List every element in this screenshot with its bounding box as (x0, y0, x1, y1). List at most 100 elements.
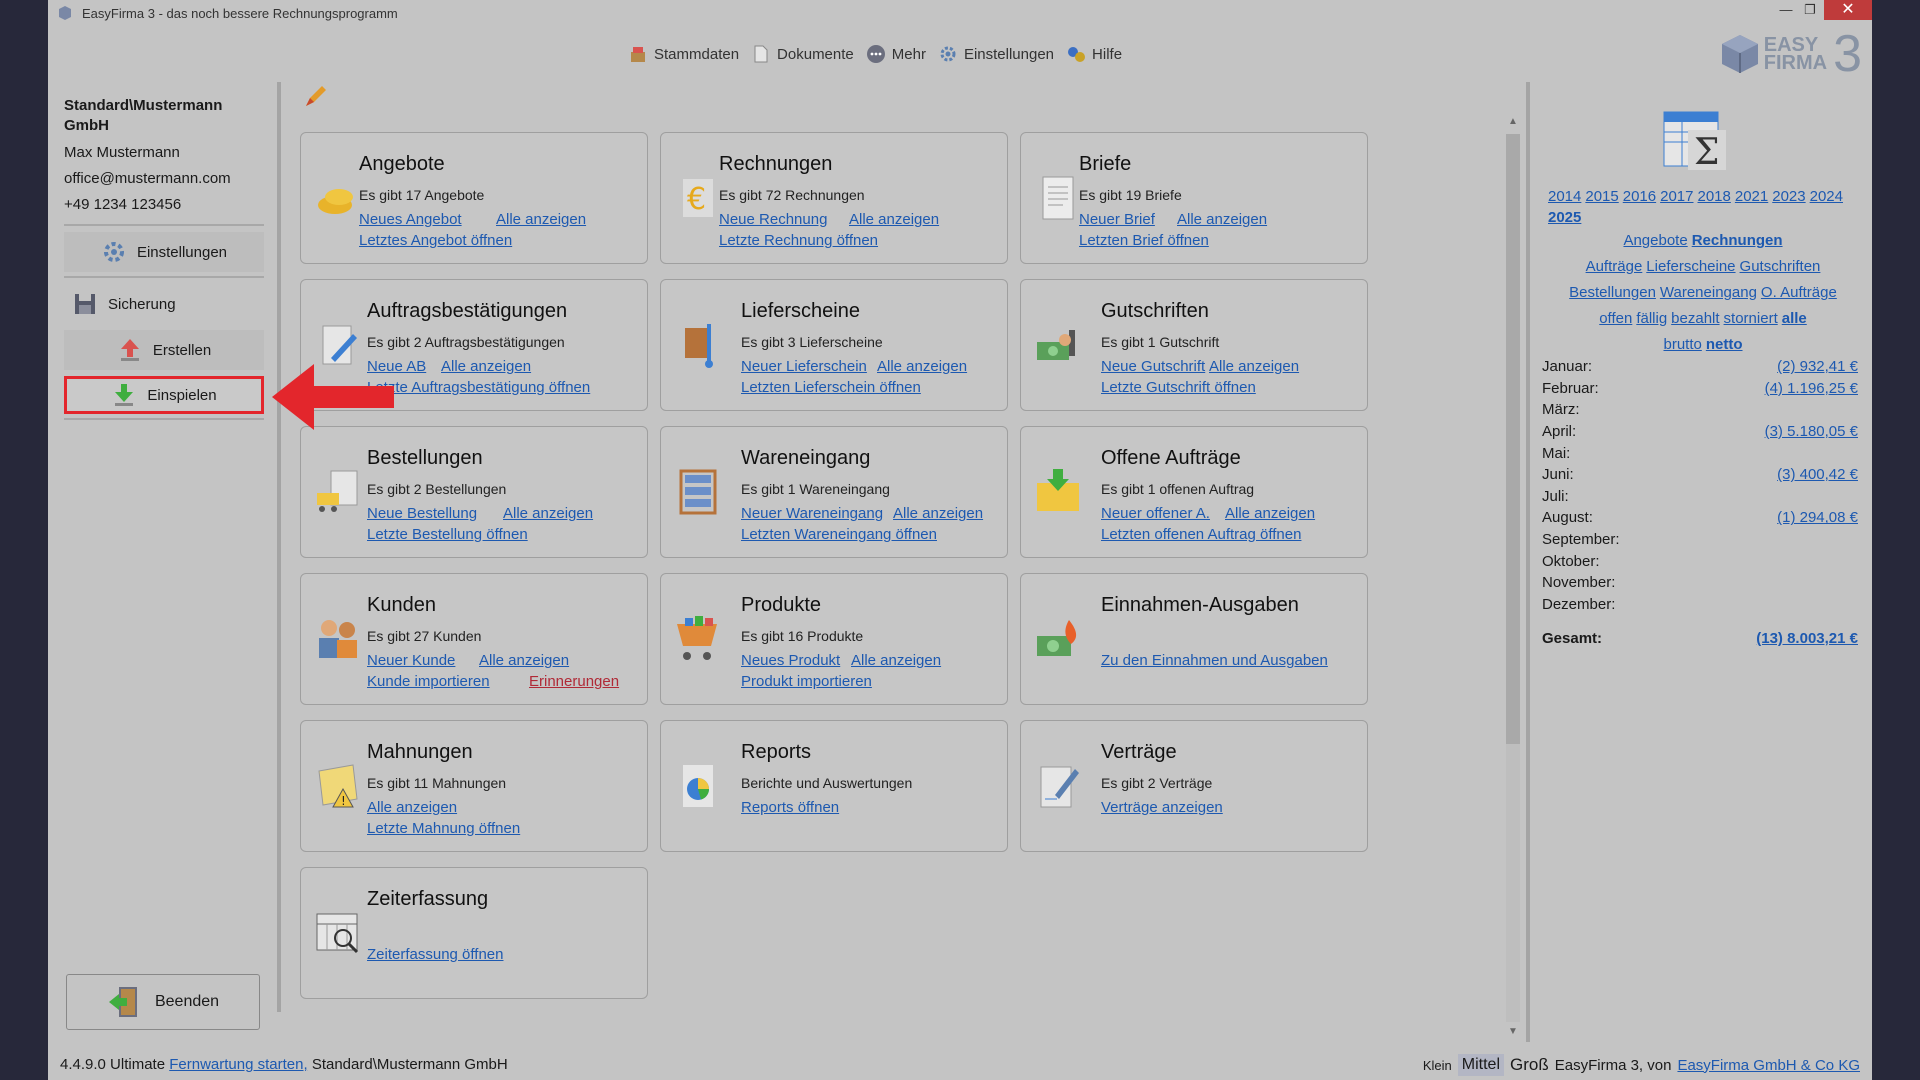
month-value[interactable]: (4) 1.196,25 € (1765, 380, 1858, 397)
card-vertraege[interactable]: Verträge Es gibt 2 Verträge Verträge anz… (1020, 720, 1368, 852)
letzter-brief-link[interactable]: Letzten Brief öffnen (1079, 232, 1209, 249)
year-link-2017[interactable]: 2017 (1660, 188, 1693, 205)
stats-angebote-link[interactable]: Angebote (1623, 232, 1687, 249)
mahnungen-alle-anzeigen-link[interactable]: Alle anzeigen (367, 799, 457, 816)
letzter-offener-auftrag-link[interactable]: Letzten offenen Auftrag öffnen (1101, 526, 1301, 543)
card-gutschriften[interactable]: Gutschriften Es gibt 1 Gutschrift Neue G… (1020, 279, 1368, 411)
card-mahnungen[interactable]: ! Mahnungen Es gibt 11 Mahnungen Alle an… (300, 720, 648, 852)
brutto-link[interactable]: brutto (1663, 336, 1701, 353)
gutschriften-alle-anzeigen-link[interactable]: Alle anzeigen (1209, 358, 1299, 375)
neue-rechnung-link[interactable]: Neue Rechnung (719, 211, 827, 228)
sicherung-button[interactable]: Sicherung (64, 284, 264, 324)
neues-angebot-link[interactable]: Neues Angebot (359, 211, 462, 228)
scrollbar-thumb[interactable] (1506, 134, 1520, 744)
card-wareneingang[interactable]: Wareneingang Es gibt 1 Wareneingang Neue… (660, 426, 1008, 558)
card-bestellungen[interactable]: Bestellungen Es gibt 2 Bestellungen Neue… (300, 426, 648, 558)
month-value[interactable]: (2) 932,41 € (1777, 358, 1858, 375)
size-small-button[interactable]: Klein (1423, 1058, 1452, 1073)
einspielen-button[interactable]: Einspielen (64, 376, 264, 414)
letztes-angebot-link[interactable]: Letztes Angebot öffnen (359, 232, 512, 249)
ab-alle-anzeigen-link[interactable]: Alle anzeigen (441, 358, 531, 375)
year-link-2018[interactable]: 2018 (1698, 188, 1731, 205)
card-briefe[interactable]: Briefe Es gibt 19 Briefe Neuer Brief All… (1020, 132, 1368, 264)
offene-alle-anzeigen-link[interactable]: Alle anzeigen (1225, 505, 1315, 522)
neue-bestellung-link[interactable]: Neue Bestellung (367, 505, 477, 522)
month-value[interactable]: (3) 5.180,05 € (1765, 423, 1858, 440)
year-link-2021[interactable]: 2021 (1735, 188, 1768, 205)
menu-hilfe[interactable]: Hilfe (1066, 44, 1122, 64)
menu-einstellungen[interactable]: Einstellungen (938, 44, 1054, 64)
year-link-2016[interactable]: 2016 (1623, 188, 1656, 205)
edit-pencil-icon[interactable] (302, 84, 328, 110)
sidebar-splitter[interactable] (277, 82, 281, 1012)
kunde-importieren-link[interactable]: Kunde importieren (367, 673, 490, 690)
erstellen-button[interactable]: Erstellen (64, 330, 264, 370)
card-angebote[interactable]: Angebote Es gibt 17 Angebote Neues Angeb… (300, 132, 648, 264)
neuer-kunde-link[interactable]: Neuer Kunde (367, 652, 455, 669)
letzter-lieferschein-link[interactable]: Letzten Lieferschein öffnen (741, 379, 921, 396)
stats-auftraege-link[interactable]: Aufträge (1586, 258, 1643, 275)
wareneingang-alle-anzeigen-link[interactable]: Alle anzeigen (893, 505, 983, 522)
neuer-brief-link[interactable]: Neuer Brief (1079, 211, 1155, 228)
netto-link[interactable]: netto (1706, 336, 1743, 353)
stats-lieferscheine-link[interactable]: Lieferscheine (1646, 258, 1735, 275)
size-medium-button[interactable]: Mittel (1457, 1054, 1504, 1076)
card-einnahmen-ausgaben[interactable]: Einnahmen-Ausgaben Zu den Einnahmen und … (1020, 573, 1368, 705)
year-link-2014[interactable]: 2014 (1548, 188, 1581, 205)
erinnerungen-link[interactable]: Erinnerungen (529, 673, 619, 690)
kunden-alle-anzeigen-link[interactable]: Alle anzeigen (479, 652, 569, 669)
card-offene-auftraege[interactable]: Offene Aufträge Es gibt 1 offenen Auftra… (1020, 426, 1368, 558)
lieferscheine-alle-anzeigen-link[interactable]: Alle anzeigen (877, 358, 967, 375)
stats-gutschriften-link[interactable]: Gutschriften (1740, 258, 1821, 275)
scroll-up-icon[interactable]: ▲ (1504, 116, 1522, 127)
year-link-2023[interactable]: 2023 (1772, 188, 1805, 205)
year-link-2025-selected[interactable]: 2025 (1548, 209, 1581, 226)
menu-stammdaten[interactable]: Stammdaten (628, 44, 739, 64)
beenden-button[interactable]: Beenden (66, 974, 260, 1030)
company-website-link[interactable]: EasyFirma GmbH & Co KG (1677, 1057, 1860, 1074)
letzte-mahnung-link[interactable]: Letzte Mahnung öffnen (367, 820, 520, 837)
neuer-offener-auftrag-link[interactable]: Neuer offener A. (1101, 505, 1210, 522)
filter-offen-link[interactable]: offen (1599, 310, 1632, 327)
letzte-bestellung-link[interactable]: Letzte Bestellung öffnen (367, 526, 528, 543)
letzte-rechnung-link[interactable]: Letzte Rechnung öffnen (719, 232, 878, 249)
month-value[interactable]: (1) 294,08 € (1777, 509, 1858, 526)
card-reports[interactable]: Reports Berichte und Auswertungen Report… (660, 720, 1008, 852)
filter-faellig-link[interactable]: fällig (1636, 310, 1667, 327)
restore-button[interactable]: ❐ (1798, 0, 1822, 20)
produkte-alle-anzeigen-link[interactable]: Alle anzeigen (851, 652, 941, 669)
neuer-lieferschein-link[interactable]: Neuer Lieferschein (741, 358, 867, 375)
neuer-wareneingang-link[interactable]: Neuer Wareneingang (741, 505, 883, 522)
briefe-alle-anzeigen-link[interactable]: Alle anzeigen (1177, 211, 1267, 228)
filter-storniert-link[interactable]: storniert (1724, 310, 1778, 327)
rechnungen-alle-anzeigen-link[interactable]: Alle anzeigen (849, 211, 939, 228)
zeiterfassung-oeffnen-link[interactable]: Zeiterfassung öffnen (367, 946, 503, 963)
year-link-2024[interactable]: 2024 (1810, 188, 1843, 205)
card-zeiterfassung[interactable]: Zeiterfassung Zeiterfassung öffnen (300, 867, 648, 999)
einnahmen-ausgaben-link[interactable]: Zu den Einnahmen und Ausgaben (1101, 652, 1328, 669)
einstellungen-button[interactable]: Einstellungen (64, 232, 264, 272)
card-rechnungen[interactable]: € Rechnungen Es gibt 72 Rechnungen Neue … (660, 132, 1008, 264)
card-produkte[interactable]: Produkte Es gibt 16 Produkte Neues Produ… (660, 573, 1008, 705)
letzte-gutschrift-link[interactable]: Letzte Gutschrift öffnen (1101, 379, 1256, 396)
filter-bezahlt-link[interactable]: bezahlt (1671, 310, 1719, 327)
stats-rechnungen-link[interactable]: Rechnungen (1692, 232, 1783, 249)
letzter-wareneingang-link[interactable]: Letzten Wareneingang öffnen (741, 526, 937, 543)
filter-alle-link[interactable]: alle (1782, 310, 1807, 327)
produkt-importieren-link[interactable]: Produkt importieren (741, 673, 872, 690)
stats-bestellungen-link[interactable]: Bestellungen (1569, 284, 1656, 301)
card-lieferscheine[interactable]: Lieferscheine Es gibt 3 Lieferscheine Ne… (660, 279, 1008, 411)
neues-produkt-link[interactable]: Neues Produkt (741, 652, 840, 669)
bestellungen-alle-anzeigen-link[interactable]: Alle anzeigen (503, 505, 593, 522)
fernwartung-link[interactable]: Fernwartung starten, (169, 1056, 307, 1073)
year-link-2015[interactable]: 2015 (1585, 188, 1618, 205)
card-kunden[interactable]: Kunden Es gibt 27 Kunden Neuer Kunde All… (300, 573, 648, 705)
letzte-ab-link[interactable]: Letzte Auftragsbestätigung öffnen (367, 379, 590, 396)
month-value[interactable]: (3) 400,42 € (1777, 466, 1858, 483)
right-panel-splitter[interactable] (1526, 82, 1530, 1042)
neue-gutschrift-link[interactable]: Neue Gutschrift (1101, 358, 1205, 375)
content-scrollbar[interactable]: ▲ ▼ (1504, 114, 1522, 1042)
reports-oeffnen-link[interactable]: Reports öffnen (741, 799, 839, 816)
stats-o-auftraege-link[interactable]: O. Aufträge (1761, 284, 1837, 301)
scroll-down-icon[interactable]: ▼ (1504, 1026, 1522, 1037)
